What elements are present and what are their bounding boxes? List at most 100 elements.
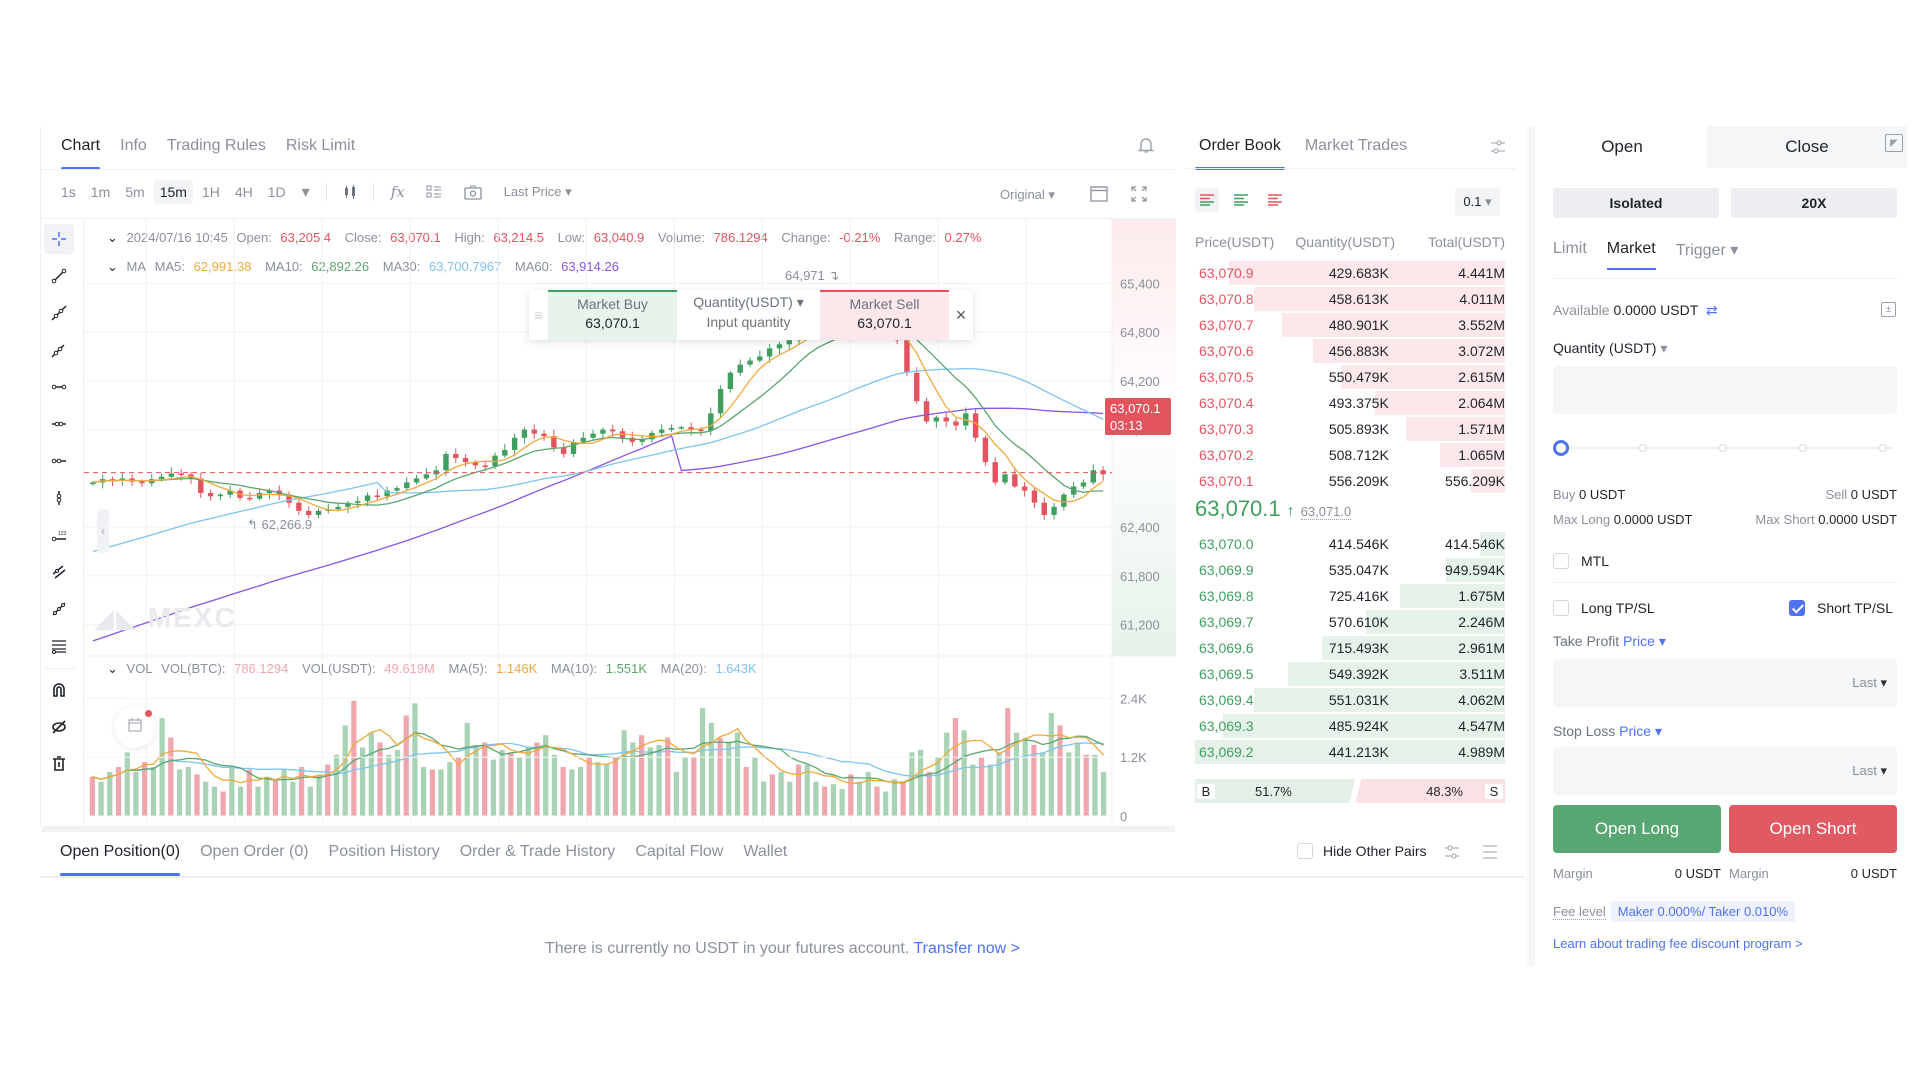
quantity-input[interactable] xyxy=(1553,366,1897,414)
hide-other-pairs-box[interactable] xyxy=(1297,843,1313,859)
transfer-now-link[interactable]: Transfer now > xyxy=(913,940,1020,957)
margin-mode-button[interactable]: Isolated xyxy=(1553,188,1719,218)
fullscreen-icon[interactable] xyxy=(1127,182,1151,206)
calendar-event-button[interactable] xyxy=(114,706,156,748)
vertical-line-tool[interactable] xyxy=(44,483,74,513)
ask-row[interactable]: 63,070.3 505.893K 1.571M xyxy=(1195,416,1505,442)
camera-icon[interactable] xyxy=(455,185,491,200)
slider-mark-75[interactable] xyxy=(1799,444,1807,452)
long-tpsl-box[interactable] xyxy=(1553,600,1569,616)
view-both-icon[interactable] xyxy=(1195,188,1219,212)
window-layout-icon[interactable] xyxy=(1087,182,1111,206)
tab-trading-rules[interactable]: Trading Rules xyxy=(157,126,276,166)
candlestick-type-icon[interactable] xyxy=(336,184,364,200)
tab-wallet[interactable]: Wallet xyxy=(733,832,797,872)
order-type-market[interactable]: Market xyxy=(1606,240,1656,270)
quick-qty-input[interactable] xyxy=(683,314,814,330)
bid-row[interactable]: 63,069.4 551.031K 4.062M xyxy=(1195,687,1505,713)
stop-loss-input[interactable]: Last ▾ xyxy=(1553,747,1897,795)
timeframe-15m[interactable]: 15m xyxy=(153,180,193,204)
market-buy-button[interactable]: Market Buy 63,070.1 xyxy=(548,290,677,340)
ask-row[interactable]: 63,070.1 556.209K 556.209K xyxy=(1195,468,1505,494)
mtl-box[interactable] xyxy=(1553,553,1569,569)
timeframe-1h[interactable]: 1H xyxy=(196,180,226,204)
quantity-unit-select[interactable]: Quantity (USDT) ▾ xyxy=(1553,340,1667,357)
ask-row[interactable]: 63,070.2 508.712K 1.065M xyxy=(1195,442,1505,468)
view-mode-select[interactable]: Original ▾ xyxy=(1000,187,1055,203)
tab-risk-limit[interactable]: Risk Limit xyxy=(276,126,365,166)
tab-close[interactable]: Close xyxy=(1707,126,1907,168)
take-profit-trigger-select[interactable]: Last ▾ xyxy=(1852,675,1887,691)
leverage-button[interactable]: 20X xyxy=(1731,188,1897,218)
price-type-select[interactable]: Last Price ▾ xyxy=(504,184,572,200)
timeframe-1s[interactable]: 1s xyxy=(55,180,82,204)
menu-list-icon[interactable] xyxy=(1480,842,1500,862)
calc-plus-minus-icon[interactable]: ± xyxy=(1881,302,1896,317)
layout-list-icon[interactable] xyxy=(416,185,452,199)
close-quick-trade-icon[interactable]: × xyxy=(949,290,973,340)
bid-row[interactable]: 63,069.9 535.047K 949.594K xyxy=(1195,557,1505,583)
tab-open[interactable]: Open xyxy=(1537,126,1707,168)
indicators-fx-icon[interactable]: fx xyxy=(383,183,413,201)
trend-line-tool[interactable] xyxy=(44,261,74,291)
fee-discount-link[interactable]: Learn about trading fee discount program… xyxy=(1553,936,1803,951)
tab-open-order[interactable]: Open Order (0) xyxy=(190,832,318,872)
hide-other-pairs-checkbox[interactable]: Hide Other Pairs xyxy=(1297,843,1426,859)
open-long-button[interactable]: Open Long xyxy=(1553,805,1721,853)
bid-row[interactable]: 63,069.5 549.392K 3.511M xyxy=(1195,661,1505,687)
hide-drawings-tool[interactable] xyxy=(44,712,74,742)
magnet-tool[interactable] xyxy=(44,675,74,705)
ray-line-tool[interactable] xyxy=(44,298,74,328)
orderbook-settings-icon[interactable] xyxy=(1487,136,1509,158)
ask-row[interactable]: 63,070.6 456.883K 3.072M xyxy=(1195,338,1505,364)
tab-market-trades[interactable]: Market Trades xyxy=(1295,126,1417,166)
transfer-icon[interactable]: ⇄ xyxy=(1706,302,1718,318)
mtl-checkbox[interactable]: MTL xyxy=(1553,553,1609,569)
tab-order-trade-history[interactable]: Order & Trade History xyxy=(450,832,626,872)
tab-capital-flow[interactable]: Capital Flow xyxy=(625,832,733,872)
stop-loss-type-select[interactable]: Price ▾ xyxy=(1619,723,1662,739)
bid-row[interactable]: 63,069.7 570.610K 2.246M xyxy=(1195,609,1505,635)
crosshair-tool[interactable] xyxy=(44,224,74,254)
order-type-limit[interactable]: Limit xyxy=(1553,240,1587,270)
bell-icon[interactable] xyxy=(1135,134,1157,156)
tab-position-history[interactable]: Position History xyxy=(319,832,450,872)
order-type-trigger[interactable]: Trigger ▾ xyxy=(1676,240,1739,270)
qty-unit-select[interactable]: Quantity(USDT) ▾ xyxy=(677,294,820,311)
bid-row[interactable]: 63,069.3 485.924K 4.547M xyxy=(1195,713,1505,739)
price-line-tool[interactable]: 123 xyxy=(44,520,74,550)
tab-order-book[interactable]: Order Book xyxy=(1185,126,1295,170)
quantity-slider[interactable] xyxy=(1553,440,1897,456)
calculator-icon[interactable]: ◤ xyxy=(1885,134,1903,152)
tab-open-position[interactable]: Open Position(0) xyxy=(50,832,190,876)
slider-mark-25[interactable] xyxy=(1639,444,1647,452)
tab-chart[interactable]: Chart xyxy=(51,126,110,170)
timeframe-5m[interactable]: 5m xyxy=(119,180,150,204)
slider-mark-100[interactable] xyxy=(1879,444,1887,452)
bid-row[interactable]: 63,069.8 725.416K 1.675M xyxy=(1195,583,1505,609)
short-tpsl-checkbox[interactable]: Short TP/SL xyxy=(1789,600,1893,616)
slider-handle[interactable] xyxy=(1553,440,1569,456)
bid-row[interactable]: 63,070.0 414.546K 414.546K xyxy=(1195,531,1505,557)
horizontal-ray-tool[interactable] xyxy=(44,446,74,476)
fib-tool[interactable] xyxy=(44,594,74,624)
ask-row[interactable]: 63,070.5 550.479K 2.615M xyxy=(1195,364,1505,390)
parallel-channel-tool[interactable] xyxy=(44,557,74,587)
ask-row[interactable]: 63,070.8 458.613K 4.011M xyxy=(1195,286,1505,312)
collapse-vol-icon[interactable]: ⌄ xyxy=(107,661,118,676)
fib-retracement-tool[interactable] xyxy=(44,631,74,661)
ask-row[interactable]: 63,070.7 480.901K 3.552M xyxy=(1195,312,1505,338)
collapse-toolbar-button[interactable]: ‹ xyxy=(97,509,109,553)
horizontal-segment-tool[interactable] xyxy=(44,372,74,402)
bid-row[interactable]: 63,069.2 441.213K 4.989M xyxy=(1195,739,1505,765)
bid-row[interactable]: 63,069.6 715.493K 2.961M xyxy=(1195,635,1505,661)
extended-line-tool[interactable] xyxy=(44,335,74,365)
timeframe-1m[interactable]: 1m xyxy=(85,180,116,204)
tab-info[interactable]: Info xyxy=(110,126,157,166)
market-sell-button[interactable]: Market Sell 63,070.1 xyxy=(820,290,949,340)
short-tpsl-box[interactable] xyxy=(1789,600,1805,616)
horizontal-line-tool[interactable] xyxy=(44,409,74,439)
stop-loss-trigger-select[interactable]: Last ▾ xyxy=(1852,763,1887,779)
ask-row[interactable]: 63,070.9 429.683K 4.441M xyxy=(1195,260,1505,286)
open-short-button[interactable]: Open Short xyxy=(1729,805,1897,853)
